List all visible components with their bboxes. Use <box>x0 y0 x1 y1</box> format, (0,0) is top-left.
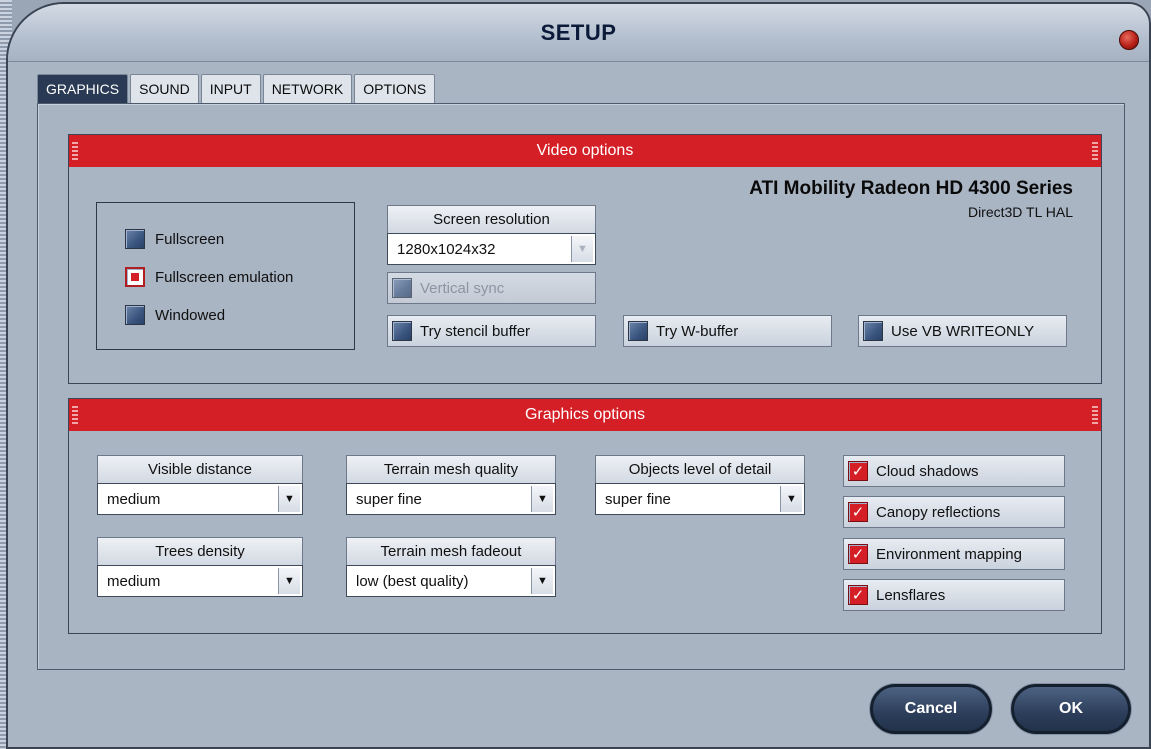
screen-resolution-value: 1280x1024x32 <box>397 241 496 258</box>
use-vb-writeonly-checkbox[interactable]: Use VB WRITEONLY <box>858 315 1067 347</box>
trees-density-select[interactable]: medium ▼ <box>97 565 303 597</box>
terrain-mesh-quality-select[interactable]: super fine ▼ <box>346 483 556 515</box>
try-stencil-buffer-checkbox[interactable]: Try stencil buffer <box>387 315 596 347</box>
dropdown-arrow-icon[interactable]: ▼ <box>531 486 553 512</box>
dropdown-arrow-icon[interactable]: ▼ <box>780 486 802 512</box>
checkbox-checked-icon[interactable]: ✓ <box>848 461 868 481</box>
terrain-mesh-fadeout-label: Terrain mesh fadeout <box>346 537 556 566</box>
mode-windowed[interactable]: Windowed <box>125 304 225 326</box>
video-options-group: Video options ATI Mobility Radeon HD 430… <box>68 134 1102 384</box>
graphics-options-group: Graphics options Visible distance medium… <box>68 398 1102 634</box>
objects-lod-value: super fine <box>605 491 671 508</box>
try-stencil-buffer-label: Try stencil buffer <box>420 322 531 340</box>
gpu-name: ATI Mobility Radeon HD 4300 Series <box>749 178 1073 199</box>
dropdown-arrow-icon[interactable]: ▼ <box>278 486 300 512</box>
tab-options[interactable]: OPTIONS <box>354 74 436 104</box>
lensflares-checkbox[interactable]: ✓ Lensflares <box>843 579 1065 611</box>
radio-unselected-icon[interactable] <box>125 229 145 249</box>
vertical-sync-checkbox[interactable]: Vertical sync <box>387 272 596 304</box>
visible-distance-select[interactable]: medium ▼ <box>97 483 303 515</box>
grip-handle-icon <box>72 406 78 424</box>
mode-fullscreen[interactable]: Fullscreen <box>125 228 224 250</box>
terrain-mesh-quality-value: super fine <box>356 491 422 508</box>
visible-distance-label: Visible distance <box>97 455 303 484</box>
graphics-options-title: Graphics options <box>524 406 646 423</box>
cloud-shadows-label: Cloud shadows <box>876 462 979 480</box>
grip-handle-icon <box>1092 142 1098 160</box>
terrain-mesh-quality-label: Terrain mesh quality <box>346 455 556 484</box>
tab-network[interactable]: NETWORK <box>262 74 353 104</box>
gpu-api: Direct3D TL HAL <box>967 204 1073 220</box>
tab-bar: GRAPHICS SOUND INPUT NETWORK OPTIONS <box>37 74 437 104</box>
tab-input[interactable]: INPUT <box>200 74 261 104</box>
environment-mapping-label: Environment mapping <box>876 545 1022 563</box>
trees-density-label: Trees density <box>97 537 303 566</box>
title-bar[interactable]: SETUP <box>8 4 1149 62</box>
mode-fullscreen-emulation[interactable]: Fullscreen emulation <box>125 266 293 288</box>
graphics-tab-page: Video options ATI Mobility Radeon HD 430… <box>37 103 1125 670</box>
mode-windowed-label: Windowed <box>155 306 226 324</box>
lensflares-label: Lensflares <box>876 586 946 604</box>
checkbox-checked-icon[interactable]: ✓ <box>848 502 868 522</box>
close-button[interactable] <box>1119 30 1139 50</box>
checkbox-checked-icon[interactable]: ✓ <box>848 585 868 605</box>
graphics-options-header: Graphics options <box>69 399 1101 431</box>
mode-fullscreen-emulation-label: Fullscreen emulation <box>155 268 294 286</box>
canopy-reflections-label: Canopy reflections <box>876 503 1001 521</box>
tab-sound[interactable]: SOUND <box>130 74 199 104</box>
terrain-mesh-fadeout-select[interactable]: low (best quality) ▼ <box>346 565 556 597</box>
screen-resolution-label: Screen resolution <box>387 205 596 234</box>
checkbox-unchecked-icon[interactable] <box>392 278 412 298</box>
mode-fullscreen-label: Fullscreen <box>155 230 225 248</box>
objects-lod-select[interactable]: super fine ▼ <box>595 483 805 515</box>
display-mode-box: Fullscreen Fullscreen emulation Windowed <box>96 202 355 350</box>
dropdown-arrow-icon[interactable]: ▼ <box>531 568 553 594</box>
radio-selected-icon[interactable] <box>125 267 145 287</box>
terrain-mesh-fadeout-value: low (best quality) <box>356 573 469 590</box>
visible-distance-value: medium <box>107 491 161 508</box>
objects-lod-label: Objects level of detail <box>595 455 805 484</box>
checkbox-checked-icon[interactable]: ✓ <box>848 544 868 564</box>
tab-graphics[interactable]: GRAPHICS <box>37 74 129 104</box>
cancel-button[interactable]: Cancel <box>870 684 992 734</box>
video-options-title: Video options <box>536 142 634 159</box>
grip-handle-icon <box>72 142 78 160</box>
grip-handle-icon <box>1092 406 1098 424</box>
environment-mapping-checkbox[interactable]: ✓ Environment mapping <box>843 538 1065 570</box>
checkbox-unchecked-icon[interactable] <box>392 321 412 341</box>
trees-density-value: medium <box>107 573 161 590</box>
screen-resolution-select[interactable]: 1280x1024x32 ▼ <box>387 233 596 265</box>
ok-button[interactable]: OK <box>1011 684 1131 734</box>
checkbox-unchecked-icon[interactable] <box>863 321 883 341</box>
canopy-reflections-checkbox[interactable]: ✓ Canopy reflections <box>843 496 1065 528</box>
dropdown-arrow-icon[interactable]: ▼ <box>278 568 300 594</box>
checkbox-unchecked-icon[interactable] <box>628 321 648 341</box>
window-title: SETUP <box>540 20 617 45</box>
use-vb-writeonly-label: Use VB WRITEONLY <box>891 322 1035 340</box>
cloud-shadows-checkbox[interactable]: ✓ Cloud shadows <box>843 455 1065 487</box>
video-options-header: Video options <box>69 135 1101 167</box>
try-w-buffer-checkbox[interactable]: Try W-buffer <box>623 315 832 347</box>
radio-unselected-icon[interactable] <box>125 305 145 325</box>
try-w-buffer-label: Try W-buffer <box>656 322 739 340</box>
dropdown-arrow-icon[interactable]: ▼ <box>571 236 593 262</box>
vertical-sync-label: Vertical sync <box>420 279 505 297</box>
setup-window: SETUP GRAPHICS SOUND INPUT NETWORK OPTIO… <box>6 2 1151 749</box>
